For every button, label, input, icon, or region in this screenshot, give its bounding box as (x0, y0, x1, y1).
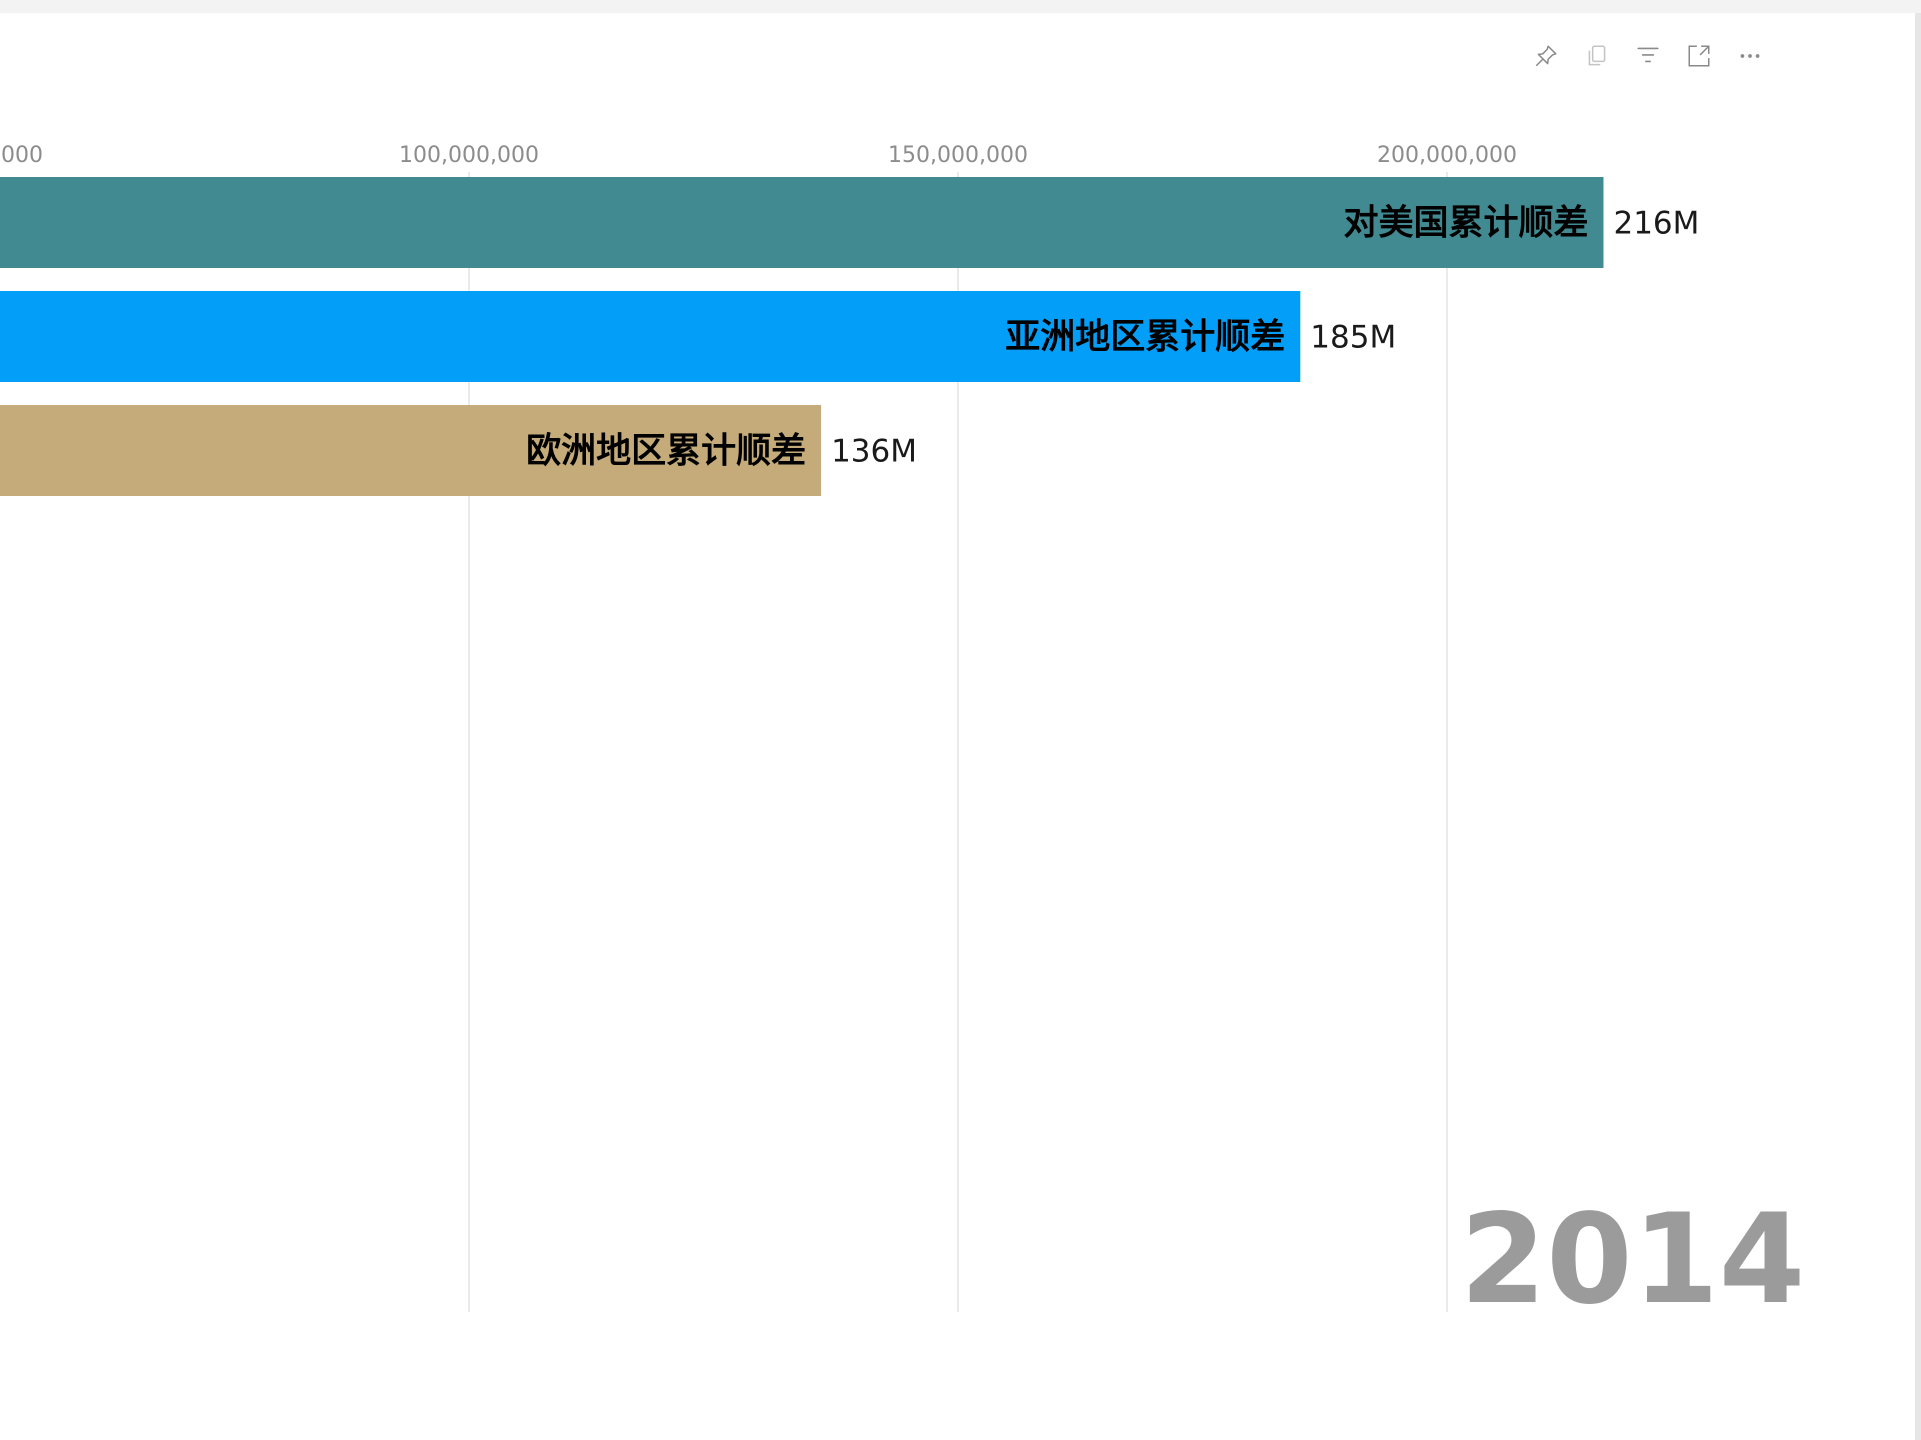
bar-category-label: 欧洲地区累计顺差 (526, 432, 806, 472)
bar-value-label: 216M (1613, 206, 1699, 242)
x-tick-label: 100,000,000 (399, 143, 539, 168)
x-axis-tick-labels: 50,000,000 100,000,000 150,000,000 200,000,… (0, 143, 1517, 168)
bar-category-label: 对美国累计顺差 (1343, 204, 1588, 244)
bar-value-label: 136M (831, 434, 917, 470)
x-tick-label: 200,000,000 (1377, 143, 1517, 168)
period-label: 2014 (1460, 1188, 1806, 1332)
x-tick-label: 150,000,000 (888, 143, 1028, 168)
x-tick-label: 50,000,000 (0, 143, 43, 168)
bar-category-label: 亚洲地区累计顺差 (1005, 318, 1285, 358)
bars: 对美国累计顺差 216M 亚洲地区累计顺差 185M 欧洲地区累计顺差 136M (0, 177, 1699, 496)
bar-value-label: 185M (1310, 320, 1396, 356)
